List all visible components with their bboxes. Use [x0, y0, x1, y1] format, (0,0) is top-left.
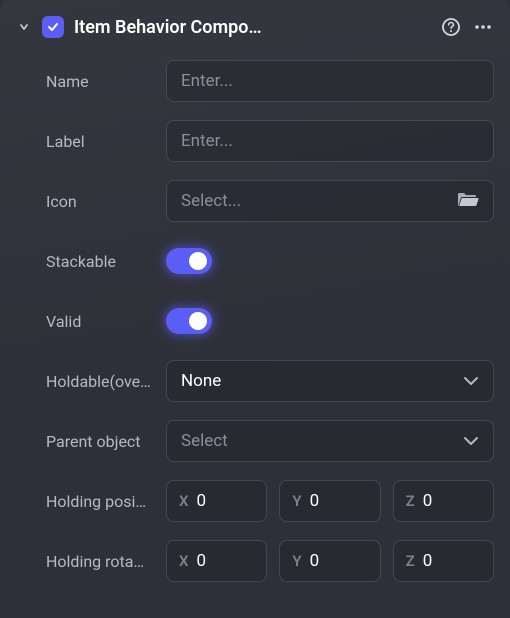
holding-rotation-x-value: 0 [197, 551, 207, 571]
valid-label: Valid [46, 312, 166, 331]
holding-position-label: Holding posi… [46, 492, 166, 511]
chevron-down-icon [455, 371, 479, 391]
name-label: Name [46, 72, 166, 91]
panel-header: Item Behavior Compo… [16, 16, 494, 38]
axis-z-label: Z [406, 552, 415, 570]
axis-x-label: X [179, 492, 189, 510]
valid-toggle[interactable] [166, 308, 212, 334]
label-input[interactable]: Enter... [166, 120, 494, 162]
holding-rotation-z-value: 0 [423, 551, 433, 571]
parent-label: Parent object [46, 432, 166, 451]
axis-y-label: Y [292, 492, 301, 510]
holding-rotation-x-input[interactable]: X 0 [166, 540, 267, 582]
component-panel: Item Behavior Compo… Name Enter... Label… [0, 0, 510, 618]
axis-x-label: X [179, 552, 189, 570]
parent-select[interactable]: Select [166, 420, 494, 462]
holding-rotation-label: Holding rota… [46, 552, 166, 571]
holding-position-x-value: 0 [197, 491, 207, 511]
stackable-toggle[interactable] [166, 248, 212, 274]
icon-label: Icon [46, 192, 166, 211]
more-options-icon[interactable] [472, 16, 494, 38]
holding-position-z-input[interactable]: Z 0 [393, 480, 494, 522]
holding-rotation-y-value: 0 [310, 551, 320, 571]
holdable-select[interactable]: None [166, 360, 494, 402]
holdable-label: Holdable(ove… [46, 372, 166, 391]
parent-value: Select [181, 431, 455, 451]
holding-position-y-input[interactable]: Y 0 [279, 480, 380, 522]
panel-title: Item Behavior Compo… [74, 17, 430, 38]
icon-picker[interactable]: Select... [166, 180, 494, 222]
chevron-down-icon [455, 431, 479, 451]
holding-position-x-input[interactable]: X 0 [166, 480, 267, 522]
name-input[interactable]: Enter... [166, 60, 494, 102]
help-icon[interactable] [440, 16, 462, 38]
holding-position-z-value: 0 [423, 491, 433, 511]
holding-rotation-y-input[interactable]: Y 0 [279, 540, 380, 582]
axis-y-label: Y [292, 552, 301, 570]
holding-rotation-z-input[interactable]: Z 0 [393, 540, 494, 582]
collapse-chevron-icon[interactable] [16, 19, 32, 35]
axis-z-label: Z [406, 492, 415, 510]
holdable-value: None [181, 371, 455, 391]
icon-picker-value: Select... [181, 191, 449, 211]
label-label: Label [46, 132, 166, 151]
stackable-label: Stackable [46, 252, 166, 271]
holding-position-y-value: 0 [310, 491, 320, 511]
enable-checkbox[interactable] [42, 16, 64, 38]
folder-open-icon [449, 190, 479, 213]
